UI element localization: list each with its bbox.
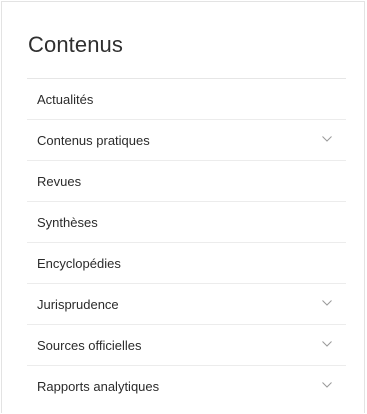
contents-panel: Contenus Actualités Contenus pratiques R… [1,1,365,413]
panel-title: Contenus [28,32,123,57]
menu-item-sources-officielles[interactable]: Sources officielles [27,325,346,366]
menu-item-label: Encyclopédies [37,255,121,271]
menu-item-label: Jurisprudence [37,296,119,312]
chevron-down-icon[interactable] [322,136,332,142]
menu-item-label: Synthèses [37,214,98,230]
menu-item-contenus-pratiques[interactable]: Contenus pratiques [27,120,346,161]
menu-item-label: Rapports analytiques [37,378,160,394]
chevron-down-icon[interactable] [322,382,332,388]
menu-item-actualites[interactable]: Actualités [27,79,346,120]
menu-item-label: Revues [37,173,82,189]
chevron-down-icon[interactable] [322,300,332,306]
contents-menu: Actualités Contenus pratiques Revues Syn… [27,78,346,406]
menu-item-jurisprudence[interactable]: Jurisprudence [27,284,346,325]
menu-item-syntheses[interactable]: Synthèses [27,202,346,243]
menu-item-revues[interactable]: Revues [27,161,346,202]
chevron-down-icon[interactable] [322,341,332,347]
menu-item-rapports-analytiques[interactable]: Rapports analytiques [27,366,346,406]
menu-item-label: Contenus pratiques [37,132,150,148]
menu-item-label: Actualités [37,91,94,107]
menu-item-label: Sources officielles [37,337,142,353]
menu-item-encyclopedies[interactable]: Encyclopédies [27,243,346,284]
